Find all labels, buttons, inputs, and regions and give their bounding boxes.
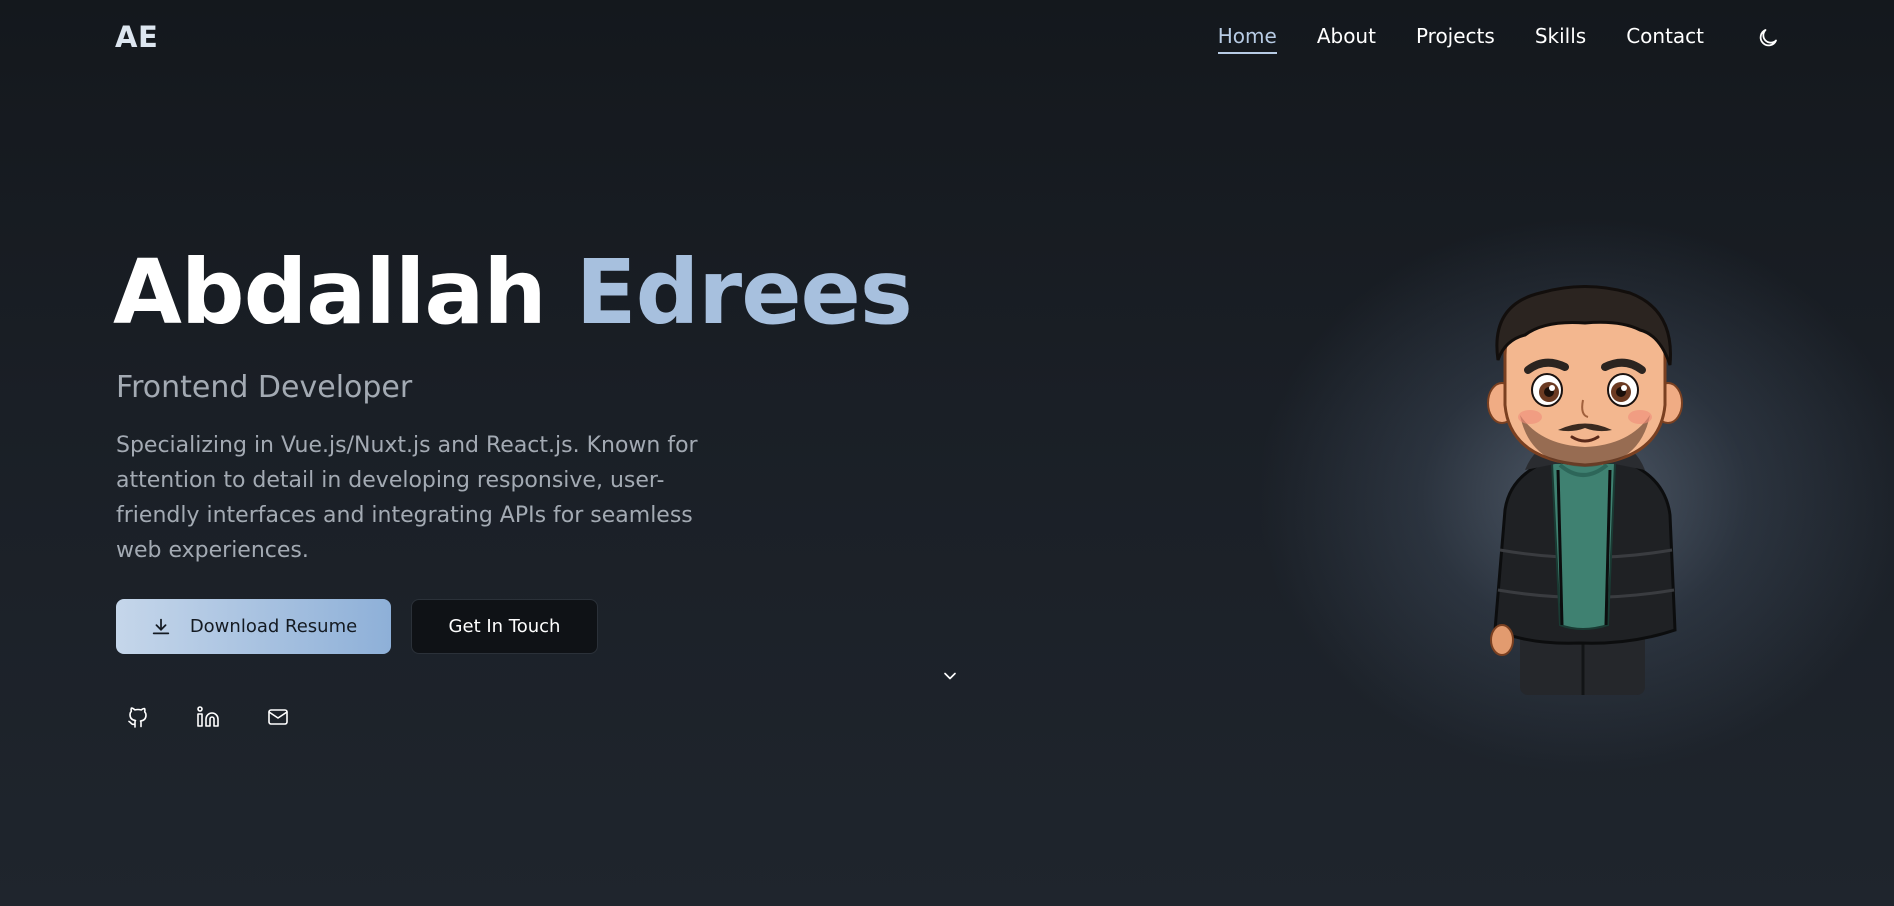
hero-subtitle: Frontend Developer xyxy=(116,370,413,405)
nav-projects[interactable]: Projects xyxy=(1416,24,1495,54)
nav-about[interactable]: About xyxy=(1317,24,1376,54)
hero-title: Abdallah Edrees xyxy=(113,240,913,344)
nav-skills[interactable]: Skills xyxy=(1535,24,1586,54)
hero-last-name: Edrees xyxy=(575,240,913,344)
logo[interactable]: AE xyxy=(115,20,158,54)
get-in-touch-label: Get In Touch xyxy=(448,616,561,637)
chevron-down-icon[interactable] xyxy=(940,666,960,686)
github-icon[interactable] xyxy=(126,705,150,729)
nav-contact[interactable]: Contact xyxy=(1626,24,1704,54)
linkedin-icon[interactable] xyxy=(196,705,220,729)
page: AE Home About Projects Skills Contact Ab… xyxy=(0,0,1894,906)
download-resume-label: Download Resume xyxy=(189,616,358,637)
social-links xyxy=(126,705,290,729)
download-resume-button[interactable]: Download Resume xyxy=(116,599,391,654)
main-nav: Home About Projects Skills Contact xyxy=(1217,24,1704,54)
get-in-touch-button[interactable]: Get In Touch xyxy=(411,599,598,654)
avatar xyxy=(1480,285,1690,695)
moon-icon[interactable] xyxy=(1756,26,1780,50)
hero-first-name: Abdallah xyxy=(113,240,547,344)
download-icon xyxy=(150,616,172,638)
nav-home[interactable]: Home xyxy=(1217,24,1277,54)
mail-icon[interactable] xyxy=(266,705,290,729)
hero-description: Specializing in Vue.js/Nuxt.js and React… xyxy=(116,433,698,563)
